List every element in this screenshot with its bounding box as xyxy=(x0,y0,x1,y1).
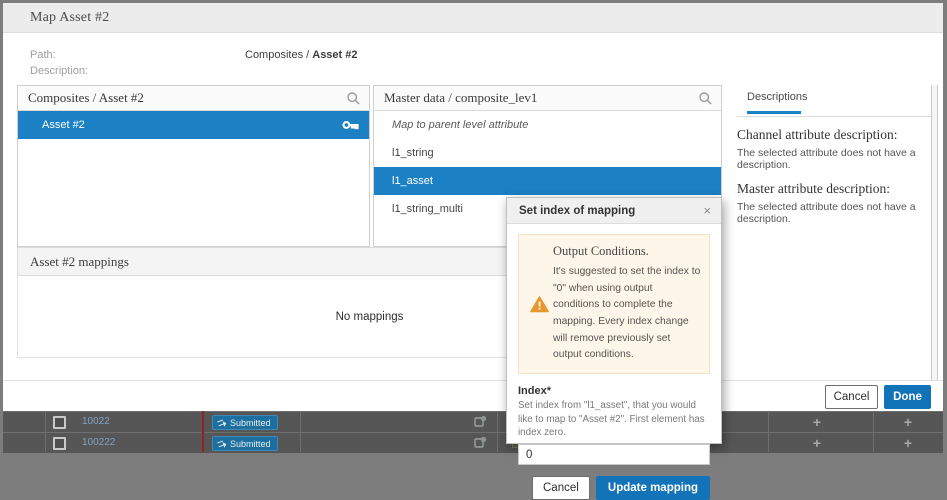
table-grid-line xyxy=(873,411,874,452)
table-grid-line xyxy=(497,411,498,452)
table-row: 100222 Submitted + + xyxy=(3,432,943,453)
submitted-icon xyxy=(217,439,227,449)
modal-header: Map Asset #2 xyxy=(3,3,943,33)
row-checkbox[interactable] xyxy=(53,416,66,429)
channel-item-label: Asset #2 xyxy=(42,119,85,131)
channel-panel: Composites / Asset #2 Asset #2 xyxy=(17,85,370,247)
warning-content: Output Conditions. It's suggested to set… xyxy=(553,244,701,364)
add-cell-button[interactable]: + xyxy=(900,414,916,430)
index-help-text: Set index from "l1_asset", that you woul… xyxy=(518,399,710,440)
row-checkbox[interactable] xyxy=(53,437,66,450)
master-item-l1-string[interactable]: l1_string xyxy=(374,139,721,167)
master-panel-header: Master data / composite_lev1 xyxy=(374,86,721,111)
status-badge-label: Submitted xyxy=(230,418,271,428)
status-badge: Submitted xyxy=(212,436,278,451)
popup-footer: Cancel Update mapping xyxy=(507,465,721,500)
popup-body: Output Conditions. It's suggested to set… xyxy=(507,224,721,465)
add-cell-button[interactable]: + xyxy=(809,414,825,430)
status-badge-label: Submitted xyxy=(230,439,271,449)
warning-text: It's suggested to set the index to "0" w… xyxy=(553,264,701,364)
warning-box: Output Conditions. It's suggested to set… xyxy=(518,234,710,374)
no-mappings-text: No mappings xyxy=(336,311,404,323)
warning-heading: Output Conditions. xyxy=(553,244,701,259)
description-label: Description: xyxy=(30,65,88,77)
channel-description-heading: Channel attribute description: xyxy=(737,127,931,143)
channel-item-asset-2[interactable]: Asset #2 xyxy=(18,111,369,139)
descriptions-sidebar: Descriptions Channel attribute descripti… xyxy=(737,85,931,225)
close-icon[interactable]: × xyxy=(701,203,713,218)
master-item-l1-asset[interactable]: l1_asset xyxy=(374,167,721,195)
update-mapping-button[interactable]: Update mapping xyxy=(596,476,710,500)
table-grid-line xyxy=(45,411,46,452)
cancel-button[interactable]: Cancel xyxy=(825,385,878,409)
table-grid-line xyxy=(768,411,769,452)
path-label: Path: xyxy=(30,49,56,61)
map-asset-modal: Map Asset #2 Path: Composites / Asset #2… xyxy=(3,3,943,411)
warning-icon xyxy=(525,244,553,364)
set-index-popup: Set index of mapping × Output Conditions… xyxy=(506,197,722,444)
path-value: Composites / Asset #2 xyxy=(245,49,358,61)
footer-divider xyxy=(3,380,943,381)
path-current: Asset #2 xyxy=(312,49,357,61)
submitted-icon xyxy=(217,418,227,428)
flag-icon[interactable] xyxy=(473,436,487,450)
popup-cancel-button[interactable]: Cancel xyxy=(532,476,590,500)
master-item-parent-attribute[interactable]: Map to parent level attribute xyxy=(374,111,721,139)
index-label: Index* xyxy=(518,385,710,397)
path-prefix: Composites / xyxy=(245,49,312,61)
search-icon[interactable] xyxy=(698,91,713,106)
status-badge: Submitted xyxy=(212,415,278,430)
row-id-link[interactable]: 10022 xyxy=(82,416,110,427)
table-grid-line xyxy=(300,411,301,452)
master-panel-title: Master data / composite_lev1 xyxy=(384,90,698,106)
channel-panel-title: Composites / Asset #2 xyxy=(28,90,346,106)
flag-icon[interactable] xyxy=(473,415,487,429)
red-column-divider xyxy=(202,411,204,452)
key-icon xyxy=(342,119,359,131)
tab-descriptions[interactable]: Descriptions xyxy=(747,91,808,111)
sidebar-tab-row: Descriptions xyxy=(737,85,931,117)
popup-title: Set index of mapping xyxy=(519,205,701,217)
popup-header: Set index of mapping × xyxy=(507,198,721,224)
active-tab-underline xyxy=(747,111,801,114)
vertical-scrollbar[interactable] xyxy=(931,85,938,380)
done-button[interactable]: Done xyxy=(884,385,931,409)
add-cell-button[interactable]: + xyxy=(809,435,825,451)
application-window: 10022 Submitted + + 100222 Submitted + xyxy=(3,3,943,452)
master-description-text: The selected attribute does not have a d… xyxy=(737,201,931,225)
search-icon[interactable] xyxy=(346,91,361,106)
add-cell-button[interactable]: + xyxy=(900,435,916,451)
channel-description-text: The selected attribute does not have a d… xyxy=(737,147,931,171)
channel-panel-header: Composites / Asset #2 xyxy=(18,86,369,111)
master-description-heading: Master attribute description: xyxy=(737,181,931,197)
dimmed-background-table: 10022 Submitted + + 100222 Submitted + xyxy=(3,411,943,452)
modal-title: Map Asset #2 xyxy=(30,10,109,26)
row-id-link[interactable]: 100222 xyxy=(82,437,115,448)
table-row: 10022 Submitted + + xyxy=(3,411,943,432)
